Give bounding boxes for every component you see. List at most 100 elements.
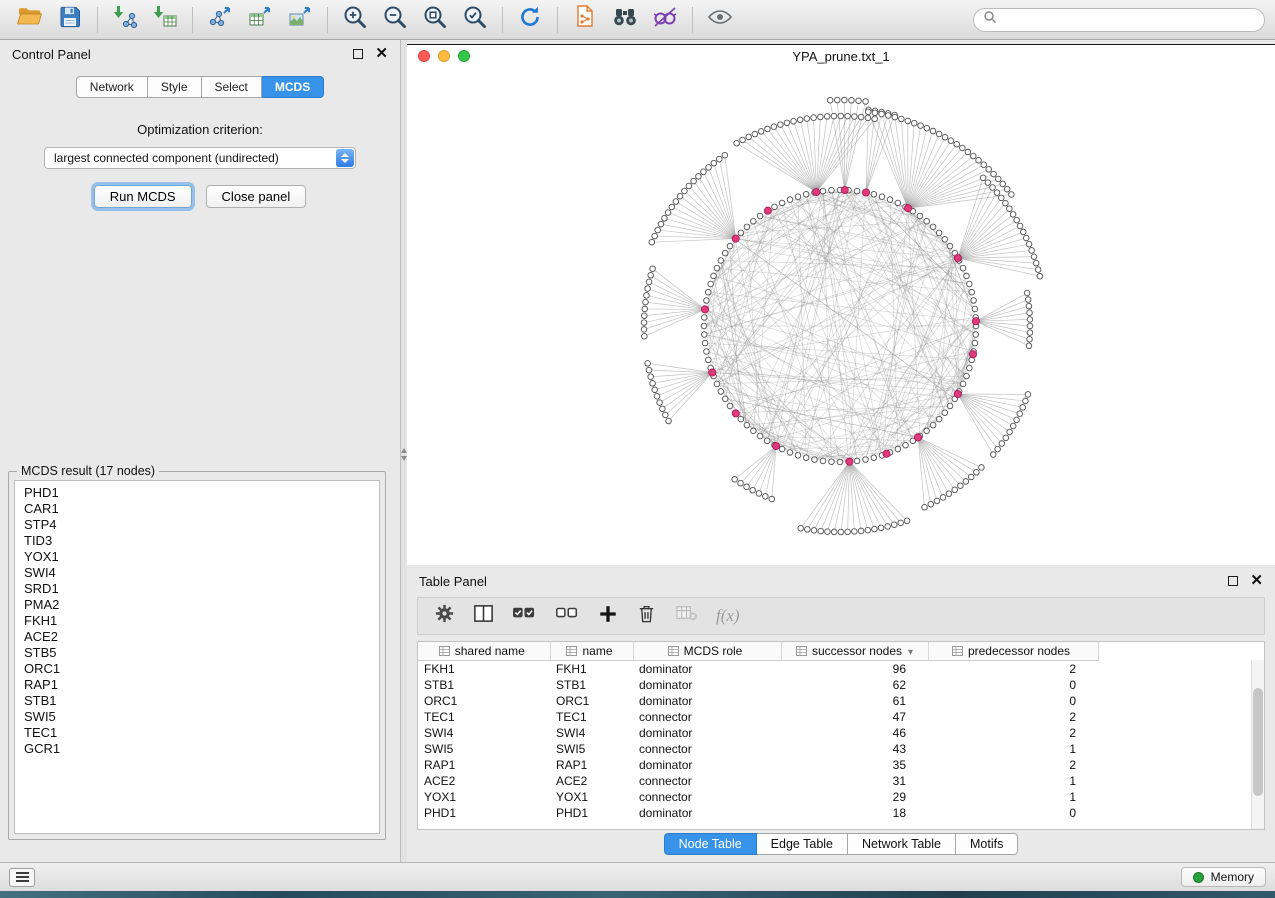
mcds-result-item[interactable]: PMA2 [24, 597, 370, 613]
zoom-fit-button[interactable] [415, 4, 455, 36]
search-field[interactable] [973, 8, 1265, 32]
table-settings-button[interactable] [434, 603, 455, 629]
graphics-details-button[interactable] [645, 4, 685, 36]
search-input[interactable] [1003, 13, 1255, 27]
dominator-node[interactable] [732, 235, 739, 242]
table-row[interactable]: STB1STB1dominator620 [418, 677, 1264, 693]
dominator-node[interactable] [732, 410, 739, 417]
run-mcds-button[interactable]: Run MCDS [94, 185, 192, 208]
status-menu-button[interactable] [9, 868, 35, 887]
float-table-panel-icon[interactable] [1228, 576, 1238, 586]
delete-column-button[interactable] [636, 603, 657, 629]
column-header[interactable]: successor nodes▾ [781, 642, 928, 660]
mcds-result-item[interactable]: STB5 [24, 645, 370, 661]
tab-select[interactable]: Select [202, 76, 262, 98]
open-file-button[interactable] [10, 4, 50, 36]
mcds-result-item[interactable]: ACE2 [24, 629, 370, 645]
mcds-result-item[interactable]: STB1 [24, 693, 370, 709]
table-row[interactable]: PHD1PHD1dominator180 [418, 805, 1264, 821]
mcds-result-item[interactable]: RAP1 [24, 677, 370, 693]
find-network-button[interactable] [605, 4, 645, 36]
mcds-result-item[interactable]: GCR1 [24, 741, 370, 757]
zoom-selected-button[interactable] [455, 4, 495, 36]
table-row[interactable]: SWI5SWI5connector431 [418, 741, 1264, 757]
column-header[interactable]: name [550, 642, 633, 660]
dominator-node[interactable] [709, 369, 716, 376]
table-row[interactable]: ORC1ORC1dominator610 [418, 693, 1264, 709]
mcds-result-item[interactable]: TEC1 [24, 725, 370, 741]
table-row[interactable]: FKH1FKH1dominator962 [418, 660, 1264, 677]
mcds-result-item[interactable]: ORC1 [24, 661, 370, 677]
table-row[interactable]: ACE2ACE2connector311 [418, 773, 1264, 789]
dominator-node[interactable] [904, 205, 911, 212]
zoom-out-button[interactable] [375, 4, 415, 36]
dominator-node[interactable] [883, 450, 890, 457]
column-header[interactable]: shared name [418, 642, 550, 660]
tab-mcds[interactable]: MCDS [262, 76, 324, 98]
mcds-result-item[interactable]: SWI5 [24, 709, 370, 725]
table-row[interactable]: SWI4SWI4dominator462 [418, 725, 1264, 741]
window-maximize-icon[interactable] [458, 50, 470, 62]
window-close-icon[interactable] [418, 50, 430, 62]
dominator-node[interactable] [954, 254, 961, 261]
dominator-node[interactable] [773, 442, 780, 449]
zoom-in-button[interactable] [335, 4, 375, 36]
column-header[interactable]: predecessor nodes [928, 642, 1098, 660]
mcds-result-item[interactable]: SRD1 [24, 581, 370, 597]
select-all-button[interactable] [512, 603, 537, 629]
mcds-result-item[interactable]: STP4 [24, 517, 370, 533]
import-network-button[interactable] [105, 4, 145, 36]
table-scrollbar-thumb[interactable] [1253, 688, 1263, 796]
table-row[interactable]: YOX1YOX1connector291 [418, 789, 1264, 805]
dominator-node[interactable] [969, 351, 976, 358]
mcds-result-item[interactable]: TID3 [24, 533, 370, 549]
export-network-button[interactable] [200, 4, 240, 36]
criterion-dropdown[interactable]: largest connected component (undirected) [44, 147, 356, 169]
show-columns-button[interactable] [473, 603, 494, 629]
mcds-result-item[interactable]: YOX1 [24, 549, 370, 565]
dominator-node[interactable] [972, 318, 979, 325]
close-panel-icon[interactable]: ✕ [375, 49, 388, 59]
mcds-result-item[interactable]: FKH1 [24, 613, 370, 629]
deselect-all-button[interactable] [555, 603, 580, 629]
save-session-button[interactable] [50, 4, 90, 36]
add-column-button[interactable] [598, 604, 618, 629]
dominator-node[interactable] [841, 186, 848, 193]
table-scrollbar[interactable] [1251, 660, 1264, 829]
dominator-node[interactable] [914, 434, 921, 441]
mcds-result-list[interactable]: PHD1CAR1STP4TID3YOX1SWI4SRD1PMA2FKH1ACE2… [14, 480, 380, 834]
export-table-icon [247, 4, 273, 35]
mcds-result-item[interactable]: SWI4 [24, 565, 370, 581]
dominator-node[interactable] [862, 189, 869, 196]
table-row[interactable]: TEC1TEC1connector472 [418, 709, 1264, 725]
refresh-layout-button[interactable] [510, 4, 550, 36]
tab-style[interactable]: Style [148, 76, 202, 98]
show-hide-button[interactable] [700, 4, 740, 36]
import-table-button[interactable] [145, 4, 185, 36]
dominator-node[interactable] [764, 207, 771, 214]
window-minimize-icon[interactable] [438, 50, 450, 62]
mcds-result-item[interactable]: PHD1 [24, 485, 370, 501]
float-panel-icon[interactable] [353, 49, 363, 59]
network-canvas[interactable] [407, 67, 1274, 565]
export-image-button[interactable] [280, 4, 320, 36]
column-header[interactable]: MCDS role [633, 642, 781, 660]
delete-table-button[interactable] [675, 603, 698, 629]
tab-network[interactable]: Network [76, 76, 148, 98]
dominator-node[interactable] [846, 458, 853, 465]
clone-network-button[interactable] [565, 4, 605, 36]
function-builder-button[interactable]: f(x) [716, 606, 740, 626]
dominator-node[interactable] [813, 188, 820, 195]
dominator-node[interactable] [954, 390, 961, 397]
tab-edge-table[interactable]: Edge Table [757, 833, 848, 855]
dominator-node[interactable] [701, 306, 708, 313]
close-panel-button[interactable]: Close panel [206, 185, 307, 208]
mcds-result-item[interactable]: CAR1 [24, 501, 370, 517]
tab-node-table[interactable]: Node Table [664, 833, 757, 855]
close-table-panel-icon[interactable]: ✕ [1250, 576, 1263, 586]
tab-motifs[interactable]: Motifs [956, 833, 1018, 855]
memory-button[interactable]: Memory [1181, 867, 1266, 887]
tab-network-table[interactable]: Network Table [848, 833, 956, 855]
export-table-button[interactable] [240, 4, 280, 36]
table-row[interactable]: RAP1RAP1dominator352 [418, 757, 1264, 773]
